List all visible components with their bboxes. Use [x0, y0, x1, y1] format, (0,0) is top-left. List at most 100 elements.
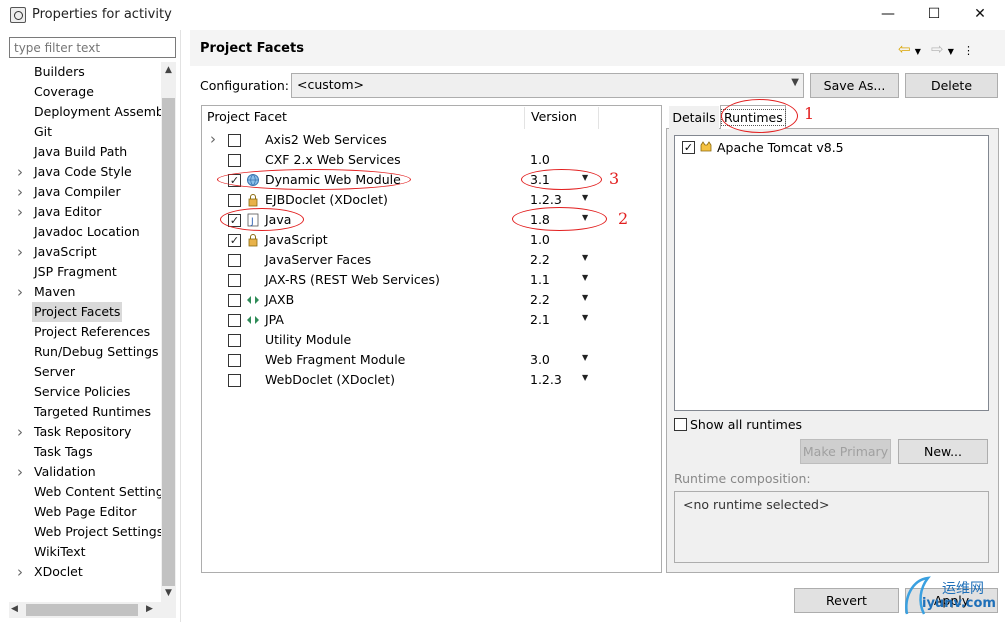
expand-chevron-icon[interactable]: › — [17, 422, 23, 442]
facet-row[interactable]: Web Fragment Module 3.0 ▼ — [201, 350, 661, 370]
nav-item[interactable]: Run/Debug Settings — [9, 342, 166, 362]
nav-item[interactable]: › Maven — [9, 282, 166, 302]
forward-arrow-icon[interactable]: ⇨ — [931, 40, 944, 58]
nav-item[interactable]: Project Facets — [9, 302, 166, 322]
version-dropdown-icon[interactable]: ▼ — [582, 273, 588, 282]
facet-checkbox[interactable] — [228, 254, 241, 267]
facet-row[interactable]: EJBDoclet (XDoclet) 1.2.3 ▼ — [201, 190, 661, 210]
nav-item[interactable]: › Validation — [9, 462, 166, 482]
facet-row[interactable]: WebDoclet (XDoclet) 1.2.3 ▼ — [201, 370, 661, 390]
nav-item[interactable]: › Java Code Style — [9, 162, 166, 182]
nav-item[interactable]: Project References — [9, 322, 166, 342]
expand-chevron-icon[interactable]: › — [17, 562, 23, 582]
facet-row[interactable]: JAXB 2.2 ▼ — [201, 290, 661, 310]
scroll-down-icon[interactable]: ▼ — [161, 588, 176, 598]
nav-item[interactable]: Git — [9, 122, 166, 142]
scroll-left-icon[interactable]: ◀ — [11, 604, 18, 614]
scroll-up-icon[interactable]: ▲ — [161, 65, 176, 75]
expand-chevron-icon[interactable]: › — [17, 242, 23, 262]
expand-chevron-icon[interactable]: › — [17, 162, 23, 182]
facet-checkbox[interactable] — [228, 274, 241, 287]
facet-row[interactable]: JAX-RS (REST Web Services) 1.1 ▼ — [201, 270, 661, 290]
facet-checkbox[interactable] — [228, 354, 241, 367]
nav-item[interactable]: Web Content Settings — [9, 482, 166, 502]
nav-item[interactable]: Task Tags — [9, 442, 166, 462]
facet-checkbox[interactable] — [228, 294, 241, 307]
version-dropdown-icon[interactable]: ▼ — [582, 373, 588, 382]
nav-item[interactable]: Targeted Runtimes — [9, 402, 166, 422]
tree-horizontal-scroll-thumb[interactable] — [26, 604, 138, 616]
facet-version[interactable]: 1.1 — [530, 272, 550, 287]
facet-version[interactable]: 1.2.3 — [530, 192, 562, 207]
expand-chevron-icon[interactable]: › — [17, 462, 23, 482]
facet-row[interactable]: Utility Module — [201, 330, 661, 350]
expand-chevron-icon[interactable]: › — [17, 202, 23, 222]
facet-row[interactable]: › Axis2 Web Services — [201, 130, 661, 150]
nav-item[interactable]: › Java Compiler — [9, 182, 166, 202]
version-dropdown-icon[interactable]: ▼ — [582, 313, 588, 322]
nav-item[interactable]: Javadoc Location — [9, 222, 166, 242]
configuration-select[interactable]: <custom> ▼ — [291, 73, 804, 98]
make-primary-button[interactable]: Make Primary — [800, 439, 891, 464]
facet-version[interactable]: 2.2 — [530, 252, 550, 267]
nav-item[interactable]: Builders — [9, 62, 166, 82]
chevron-down-icon[interactable]: ▼ — [948, 47, 954, 56]
facet-version[interactable]: 1.2.3 — [530, 372, 562, 387]
new-runtime-button[interactable]: New... — [898, 439, 988, 464]
view-menu-icon[interactable]: ⋮ — [963, 44, 974, 57]
facet-version[interactable]: 3.0 — [530, 352, 550, 367]
facet-row[interactable]: CXF 2.x Web Services 1.0 — [201, 150, 661, 170]
facet-row[interactable]: JavaServer Faces 2.2 ▼ — [201, 250, 661, 270]
nav-item[interactable]: JSP Fragment — [9, 262, 166, 282]
version-dropdown-icon[interactable]: ▼ — [582, 353, 588, 362]
facet-checkbox[interactable] — [228, 194, 241, 207]
facet-checkbox[interactable] — [228, 134, 241, 147]
runtime-checkbox[interactable]: ✓ — [682, 141, 695, 154]
column-header-version[interactable]: Version — [531, 109, 577, 124]
column-divider[interactable] — [598, 107, 599, 129]
back-arrow-icon[interactable]: ⇦ — [898, 40, 911, 58]
nav-item[interactable]: WikiText — [9, 542, 166, 562]
nav-item[interactable]: › Java Editor — [9, 202, 166, 222]
nav-item[interactable]: › JavaScript — [9, 242, 166, 262]
expand-chevron-icon[interactable]: › — [17, 282, 23, 302]
column-divider[interactable] — [524, 107, 525, 129]
show-all-runtimes-checkbox[interactable] — [674, 418, 687, 431]
pane-divider[interactable] — [180, 30, 181, 622]
column-header-project-facet[interactable]: Project Facet — [207, 109, 287, 124]
nav-item[interactable]: Coverage — [9, 82, 166, 102]
facet-version[interactable]: 2.2 — [530, 292, 550, 307]
facet-checkbox[interactable] — [228, 374, 241, 387]
nav-item[interactable]: Java Build Path — [9, 142, 166, 162]
facet-checkbox[interactable] — [228, 334, 241, 347]
version-dropdown-icon[interactable]: ▼ — [582, 293, 588, 302]
minimize-button[interactable]: — — [865, 0, 911, 30]
close-button[interactable]: ✕ — [957, 0, 1003, 30]
facet-row[interactable]: ✓ JavaScript 1.0 — [201, 230, 661, 250]
nav-item[interactable]: Web Project Settings — [9, 522, 166, 542]
revert-button[interactable]: Revert — [794, 588, 899, 613]
expand-chevron-icon[interactable]: › — [17, 182, 23, 202]
nav-item[interactable]: › XDoclet — [9, 562, 166, 582]
filter-input[interactable] — [9, 37, 176, 58]
tree-vertical-scroll-thumb[interactable] — [162, 98, 175, 586]
version-dropdown-icon[interactable]: ▼ — [582, 193, 588, 202]
tab-details[interactable]: Details — [669, 106, 719, 129]
scroll-right-icon[interactable]: ▶ — [146, 604, 153, 614]
chevron-down-icon[interactable]: ▼ — [915, 47, 921, 56]
facet-checkbox[interactable] — [228, 154, 241, 167]
nav-item[interactable]: Deployment Assembly — [9, 102, 166, 122]
facet-checkbox[interactable]: ✓ — [228, 234, 241, 247]
save-as-button[interactable]: Save As... — [810, 73, 899, 98]
nav-item[interactable]: Server — [9, 362, 166, 382]
facet-checkbox[interactable] — [228, 314, 241, 327]
nav-item[interactable]: Web Page Editor — [9, 502, 166, 522]
expand-chevron-icon[interactable]: › — [210, 130, 216, 148]
nav-item[interactable]: › Task Repository — [9, 422, 166, 442]
facet-version[interactable]: 2.1 — [530, 312, 550, 327]
nav-item[interactable]: Service Policies — [9, 382, 166, 402]
version-dropdown-icon[interactable]: ▼ — [582, 253, 588, 262]
delete-button[interactable]: Delete — [905, 73, 998, 98]
facet-row[interactable]: JPA 2.1 ▼ — [201, 310, 661, 330]
maximize-button[interactable]: ☐ — [911, 0, 957, 30]
